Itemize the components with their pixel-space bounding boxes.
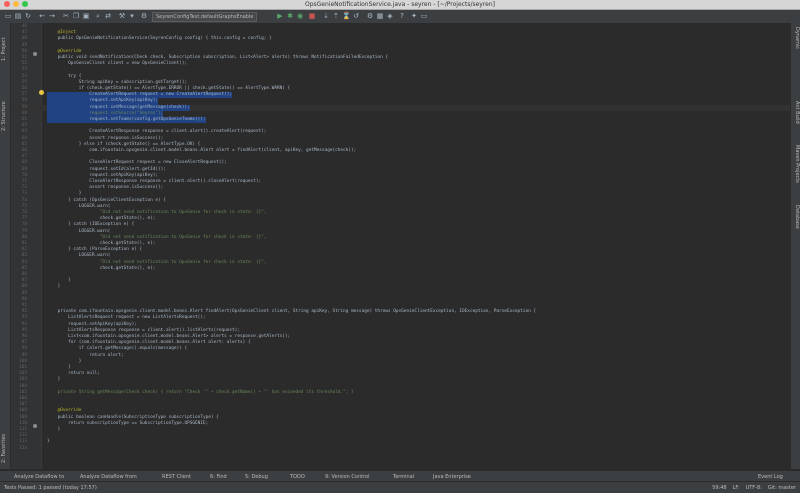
tab-java-enterprise[interactable]: Java Enterprise xyxy=(433,474,471,480)
tab-maven-projects[interactable]: Maven Projects xyxy=(794,145,800,183)
vcs-history-icon[interactable]: ⌛ xyxy=(342,12,351,20)
status-message[interactable]: Tests Passed: 1 passed (today 17:57) xyxy=(4,485,97,491)
open-folder-icon[interactable]: ▭ xyxy=(4,12,12,20)
code-line[interactable]: 114 xyxy=(11,446,790,452)
paste-icon[interactable]: ▣ xyxy=(82,12,90,20)
debug-icon[interactable]: ✱ xyxy=(286,12,294,20)
file-encoding[interactable]: UTF-8: xyxy=(746,485,762,491)
line-number: 114 xyxy=(19,445,27,451)
vcs-branch[interactable]: Git: master xyxy=(768,485,796,491)
window-title: OpsGenieNotificationService.java - seyre… xyxy=(305,1,495,8)
tab-ant-build[interactable]: Ant Build xyxy=(794,101,800,124)
help-icon[interactable]: ? xyxy=(398,12,406,20)
copy-icon[interactable]: ❐ xyxy=(72,12,80,20)
tab-debug[interactable]: 5: Debug xyxy=(245,474,268,480)
vcs-update-icon[interactable]: ⇣ xyxy=(322,12,330,20)
sync-icon[interactable]: ↻ xyxy=(24,12,32,20)
vcs-commit-icon[interactable]: ⇡ xyxy=(332,12,340,20)
find-icon[interactable]: ⌕ xyxy=(94,12,102,20)
stop-icon[interactable]: ■ xyxy=(308,12,316,20)
tab-project[interactable]: 1: Project xyxy=(1,37,7,61)
back-icon[interactable]: ← xyxy=(38,12,46,20)
tab-version-control[interactable]: 9: Version Control xyxy=(325,474,370,480)
make-icon[interactable]: ▾ xyxy=(128,12,136,20)
tab-analyze-dataflow-from[interactable]: Analyze Dataflow from xyxy=(80,474,137,480)
tab-rest-client[interactable]: REST Client xyxy=(162,474,191,480)
run-configuration-select[interactable]: SeyrenConfigTest.defaultGraphsEnable xyxy=(152,12,258,22)
right-tool-strip: Dynamic Ant Build Maven Projects Databas… xyxy=(790,23,800,469)
implement-marker-icon[interactable] xyxy=(33,424,37,428)
intention-bulb-icon[interactable] xyxy=(39,90,44,95)
build-icon[interactable]: ⚒ xyxy=(118,12,126,20)
tab-database[interactable]: Database xyxy=(794,205,800,229)
tab-todo[interactable]: TODO xyxy=(290,474,305,480)
main-toolbar: ▭ ▤ ↻ ← → ✂ ❐ ▣ ⌕ ⇄ ⚒ ▾ ⚙ SeyrenConfigTe… xyxy=(0,10,800,24)
left-tool-strip: 1: Project 2: Structure 2: Favorites xyxy=(0,23,11,469)
cut-icon[interactable]: ✂ xyxy=(62,12,70,20)
caret-position[interactable]: 59:48 xyxy=(712,485,726,491)
settings-icon[interactable]: ⚙ xyxy=(366,12,374,20)
line-separator[interactable]: LF: xyxy=(733,485,740,491)
status-bar: Tests Passed: 1 passed (today 17:57) 59:… xyxy=(0,481,800,493)
coverage-icon[interactable]: ◉ xyxy=(296,12,304,20)
save-icon[interactable]: ▤ xyxy=(14,12,22,20)
replace-icon[interactable]: ⇄ xyxy=(104,12,112,20)
tab-find[interactable]: 6: Find xyxy=(210,474,227,480)
project-structure-icon[interactable]: ▦ xyxy=(376,12,384,20)
run-icon[interactable]: ▶ xyxy=(276,12,284,20)
terminal-icon[interactable]: ▭ xyxy=(420,12,428,20)
code-editor[interactable]: 46 47 @Inject 48 public OpsGenieNotificati… xyxy=(11,23,790,469)
tab-structure[interactable]: 2: Structure xyxy=(1,101,7,131)
tab-analyze-dataflow-to[interactable]: Analyze Dataflow to xyxy=(14,474,64,480)
tab-terminal[interactable]: Terminal xyxy=(393,474,414,480)
tab-event-log[interactable]: Event Log xyxy=(758,474,783,480)
forward-icon[interactable]: → xyxy=(48,12,56,20)
edit-config-icon[interactable]: ⚙ xyxy=(140,12,148,20)
revert-icon[interactable]: ↺ xyxy=(352,12,360,20)
plugin-icon[interactable]: ✦ xyxy=(410,12,418,20)
tab-favorites[interactable]: 2: Favorites xyxy=(1,434,7,463)
tab-dynamic[interactable]: Dynamic xyxy=(794,27,800,49)
override-marker-icon[interactable] xyxy=(33,52,37,56)
title-bar: OpsGenieNotificationService.java - seyre… xyxy=(0,0,800,10)
sdk-icon[interactable]: ◈ xyxy=(386,12,394,20)
